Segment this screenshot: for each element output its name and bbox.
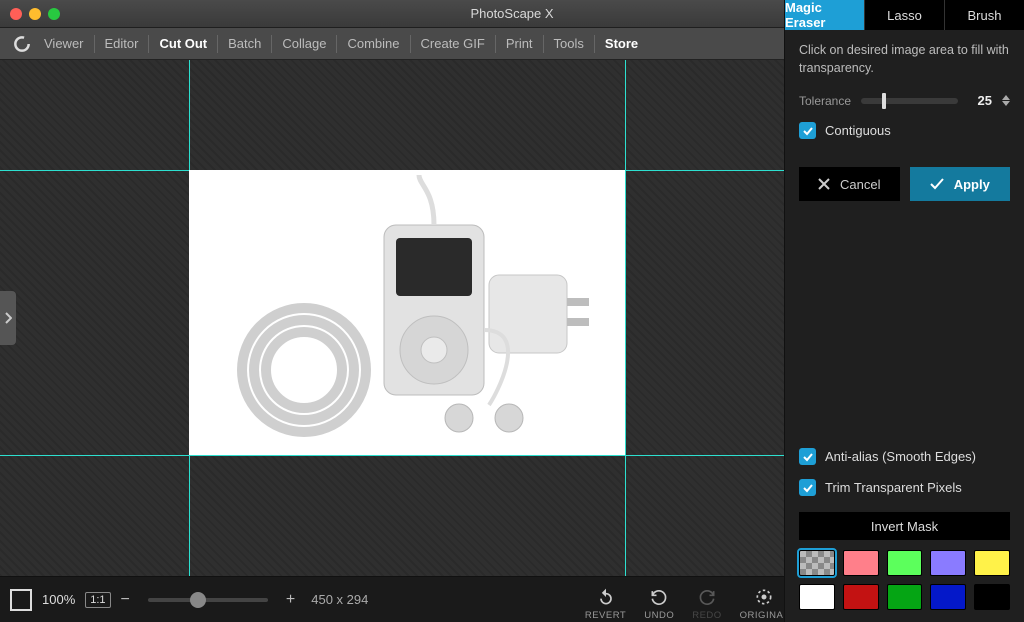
nav-tab-print[interactable]: Print	[506, 36, 533, 51]
zoom-out-button[interactable]: −	[121, 591, 130, 609]
guide-right[interactable]	[625, 60, 626, 576]
tolerance-value: 25	[964, 93, 992, 108]
nav-tab-create-gif[interactable]: Create GIF	[421, 36, 485, 51]
nav-tabs: Viewer Editor Cut Out Batch Collage Combine Cr…	[44, 35, 638, 53]
check-icon	[930, 178, 944, 190]
undo-button[interactable]: UNDO	[644, 587, 674, 621]
app-logo-icon[interactable]	[8, 30, 36, 58]
swatch-green[interactable]	[887, 584, 923, 610]
swatch-pink[interactable]	[843, 550, 879, 576]
checkbox-icon	[799, 122, 816, 139]
swatch-white[interactable]	[799, 584, 835, 610]
tool-subtabs: Magic EraserLassoBrush	[785, 0, 1024, 30]
tolerance-slider[interactable]	[861, 98, 958, 104]
window-controls	[10, 8, 60, 20]
checkbox-icon	[799, 448, 816, 465]
original-button[interactable]: ORIGINAL	[740, 587, 789, 621]
swatch-red[interactable]	[843, 584, 879, 610]
expand-sidebar-handle[interactable]	[0, 291, 16, 345]
contiguous-label: Contiguous	[825, 123, 891, 138]
nav-tab-batch[interactable]: Batch	[228, 36, 261, 51]
checkbox-icon	[799, 479, 816, 496]
original-icon	[754, 587, 774, 607]
antialias-label: Anti-alias (Smooth Edges)	[825, 449, 976, 464]
nav-tab-viewer[interactable]: Viewer	[44, 36, 84, 51]
trim-transparent-checkbox[interactable]: Trim Transparent Pixels	[799, 479, 1010, 496]
undo-icon	[649, 587, 669, 607]
swatch-lime[interactable]	[887, 550, 923, 576]
close-window-button[interactable]	[10, 8, 22, 20]
fullscreen-window-button[interactable]	[48, 8, 60, 20]
apply-button[interactable]: Apply	[910, 167, 1011, 201]
canvas-image[interactable]	[189, 170, 625, 455]
zoom-percent[interactable]: 100%	[42, 592, 75, 607]
image-dimensions: 450 x 294	[311, 592, 368, 607]
side-panel: Magic EraserLassoBrush Click on desired …	[784, 0, 1024, 622]
nav-tab-collage[interactable]: Collage	[282, 36, 326, 51]
nav-tab-tools[interactable]: Tools	[554, 36, 584, 51]
zoom-slider[interactable]	[148, 598, 268, 602]
tolerance-label: Tolerance	[799, 94, 855, 108]
revert-button[interactable]: REVERT	[585, 587, 626, 621]
swatch-yellow[interactable]	[974, 550, 1010, 576]
nav-tab-cut-out[interactable]: Cut Out	[159, 36, 207, 51]
revert-icon	[596, 587, 616, 607]
background-swatches	[785, 550, 1024, 622]
zoom-in-button[interactable]: +	[286, 591, 295, 609]
swatch-blue[interactable]	[930, 584, 966, 610]
subtab-lasso[interactable]: Lasso	[865, 0, 945, 30]
zoom-fit-button[interactable]: 1:1	[85, 592, 110, 608]
cancel-button[interactable]: Cancel	[799, 167, 900, 201]
close-icon	[818, 178, 830, 190]
subtab-magic-eraser[interactable]: Magic Eraser	[785, 0, 865, 30]
swatch-violet[interactable]	[930, 550, 966, 576]
antialias-checkbox[interactable]: Anti-alias (Smooth Edges)	[799, 448, 1010, 465]
tolerance-stepper[interactable]	[1002, 95, 1010, 106]
swatch-transparent[interactable]	[799, 550, 835, 576]
nav-tab-store[interactable]: Store	[605, 36, 638, 51]
tool-hint: Click on desired image area to fill with…	[799, 42, 1010, 77]
minimize-window-button[interactable]	[29, 8, 41, 20]
redo-icon	[697, 587, 717, 607]
foreground-color-box[interactable]	[10, 589, 32, 611]
invert-mask-button[interactable]: Invert Mask	[799, 512, 1010, 540]
redo-button[interactable]: REDO	[692, 587, 721, 621]
trim-transparent-label: Trim Transparent Pixels	[825, 480, 962, 495]
swatch-black[interactable]	[974, 584, 1010, 610]
nav-tab-combine[interactable]: Combine	[347, 36, 399, 51]
contiguous-checkbox[interactable]: Contiguous	[799, 122, 1010, 139]
subtab-brush[interactable]: Brush	[945, 0, 1024, 30]
nav-tab-editor[interactable]: Editor	[105, 36, 139, 51]
